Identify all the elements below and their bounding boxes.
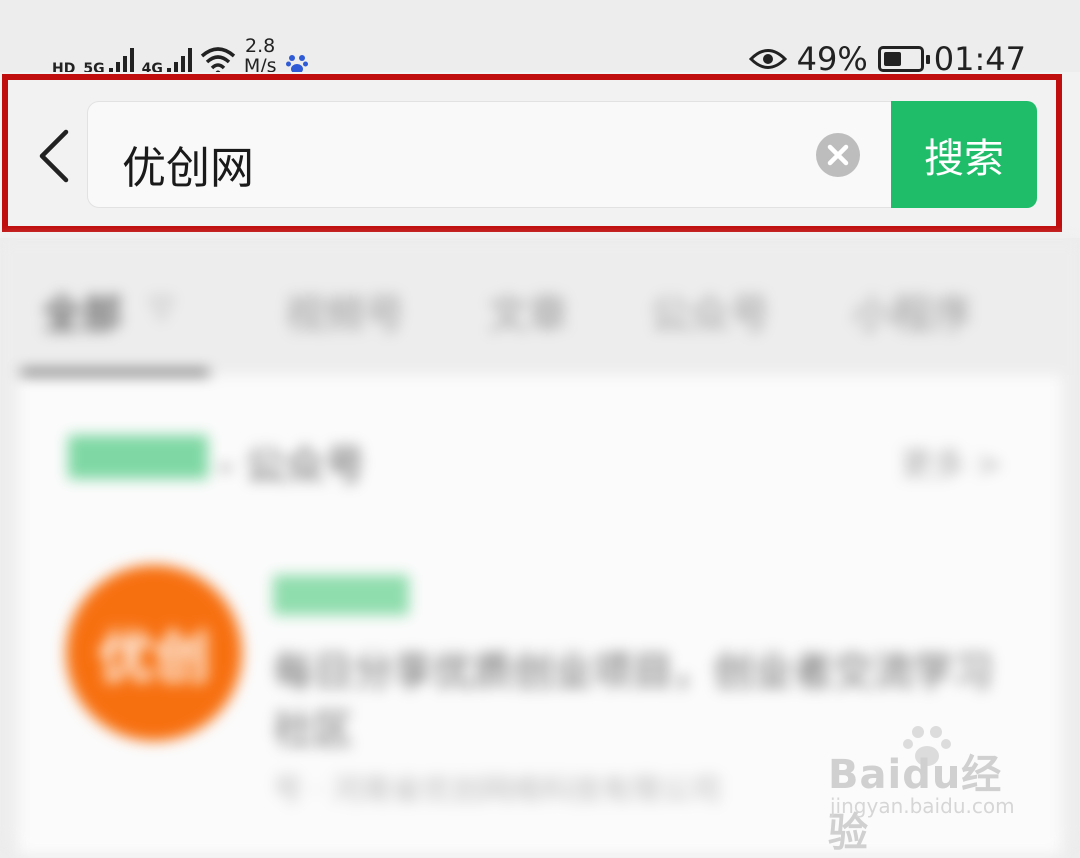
- account-avatar[interactable]: 优创: [66, 565, 242, 741]
- status-bar: HD 5G 4G 2.8 M/s 49% 01:47: [0, 0, 1080, 80]
- status-left: HD 5G 4G 2.8 M/s: [52, 36, 309, 76]
- watermark-url: jingyan.baidu.com: [830, 794, 1015, 818]
- account-name-highlight[interactable]: [273, 575, 409, 615]
- tab-official-accounts[interactable]: 公众号: [650, 282, 770, 340]
- eye-icon: [748, 49, 787, 69]
- section-title: - 公众号: [218, 443, 366, 489]
- baidu-watermark: Baidu经验 jingyan.baidu.com: [828, 722, 1028, 856]
- tab-mini-programs[interactable]: 小程序: [852, 282, 972, 340]
- battery-level: [883, 52, 901, 66]
- tab-channels[interactable]: 视频号: [285, 282, 405, 340]
- account-meta: 号 · 河南省优创网络科技有限公司: [273, 773, 722, 808]
- more-link[interactable]: 更多 >: [901, 439, 1002, 485]
- network-speed: 2.8 M/s: [244, 36, 277, 76]
- speed-value: 2.8: [245, 35, 276, 57]
- tab-articles[interactable]: 文章: [488, 282, 568, 340]
- highlight-box: [2, 74, 1062, 232]
- category-tabs: 全部 ▽ 视频号 文章 公众号 小程序: [0, 260, 1080, 378]
- chevron-down-icon[interactable]: ▽: [150, 290, 173, 325]
- section-tag-highlight: [68, 435, 208, 479]
- battery-icon: [877, 46, 930, 72]
- tab-all[interactable]: 全部: [42, 282, 122, 340]
